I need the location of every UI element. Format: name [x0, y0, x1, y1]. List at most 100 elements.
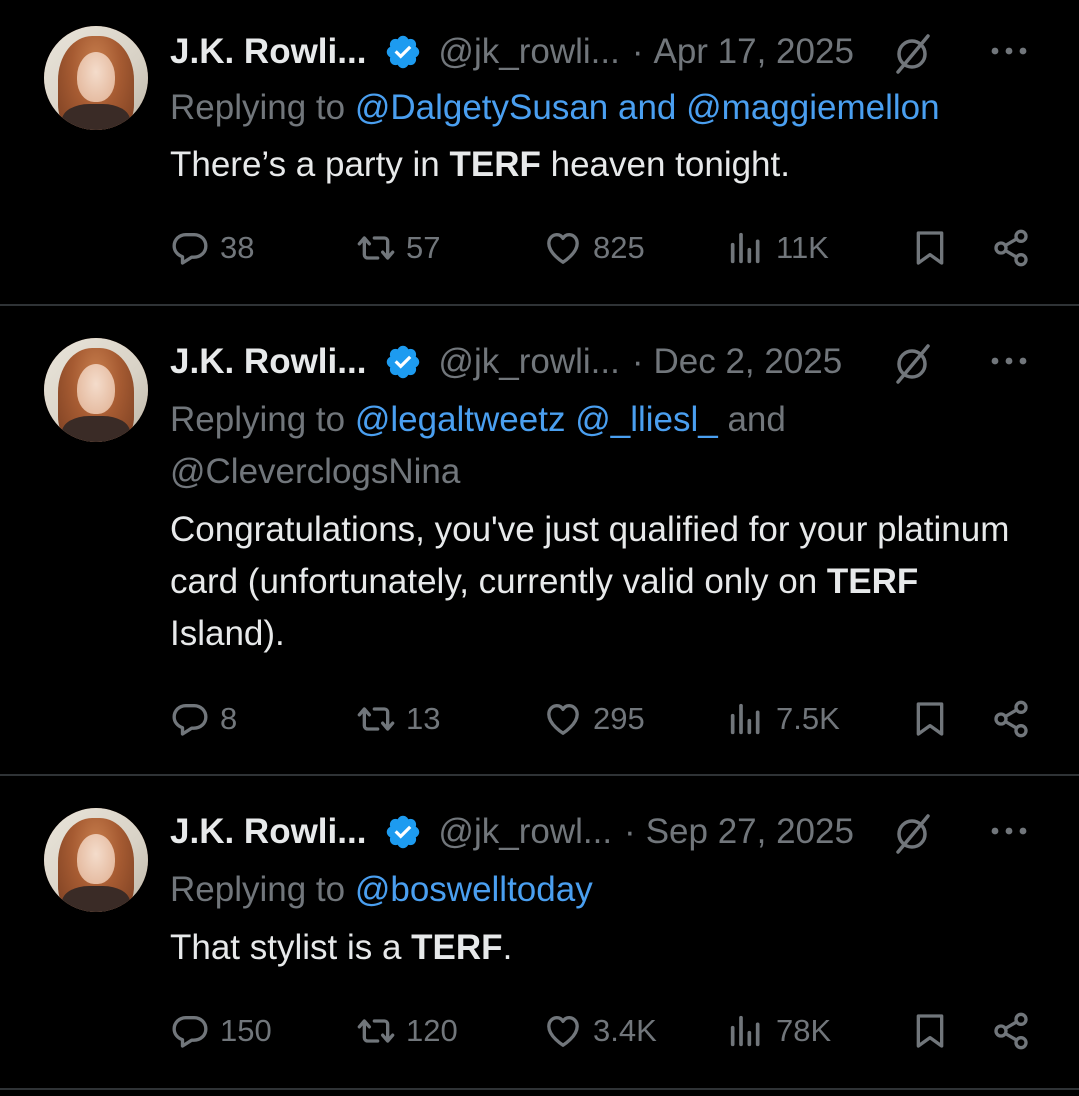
- like-button[interactable]: 3.4K: [543, 1006, 657, 1056]
- heart-icon: [547, 233, 579, 264]
- tweet-text-part: Island).: [170, 614, 285, 653]
- tweet-text-bold: TERF: [449, 145, 541, 184]
- views-bars-icon: [730, 232, 760, 264]
- like-button[interactable]: 825: [543, 223, 645, 273]
- reply-bubble-icon: [172, 1016, 208, 1048]
- share-icon: [994, 700, 1028, 738]
- author-handle[interactable]: @jk_rowl...: [438, 812, 612, 852]
- tweet-date[interactable]: Sep 27, 2025: [646, 812, 854, 852]
- tweet-text-part: .: [502, 928, 513, 967]
- replying-to-label: Replying to: [170, 88, 355, 127]
- more-dots-icon[interactable]: [989, 824, 1029, 838]
- retweet-button[interactable]: 57: [356, 223, 440, 273]
- replying-to: Replying to @DalgetySusan and @maggiemel…: [170, 82, 1039, 134]
- tweet-header: J.K. Rowli... @jk_rowli... · Dec 2, 2025: [170, 338, 1039, 386]
- tweet-text: That stylist is a TERF.: [170, 922, 1029, 974]
- bookmark-icon: [916, 231, 944, 265]
- like-button[interactable]: 295: [543, 694, 645, 744]
- reply-count: 150: [220, 1013, 272, 1048]
- mention-link[interactable]: @DalgetySusan: [355, 88, 608, 127]
- heart-icon: [547, 704, 579, 735]
- views-button[interactable]: 7.5K: [726, 694, 840, 744]
- more-dots-icon[interactable]: [989, 44, 1029, 58]
- tweet[interactable]: J.K. Rowli... @jk_rowl... · Sep 27, 2025…: [0, 776, 1079, 1090]
- grok-icon[interactable]: [890, 342, 934, 386]
- tweet-date[interactable]: Apr 17, 2025: [653, 32, 853, 72]
- tweet-actions: 8 13 295 7.5K: [170, 694, 1039, 744]
- mention-link[interactable]: @legaltweetz: [355, 400, 566, 439]
- tweet-actions: 38 57 825 11K: [170, 223, 1039, 273]
- separator: ·: [624, 812, 636, 851]
- avatar[interactable]: [44, 808, 148, 912]
- author-name[interactable]: J.K. Rowli...: [170, 342, 366, 382]
- author-handle[interactable]: @jk_rowli...: [438, 342, 619, 382]
- retweet-count: 57: [406, 230, 441, 265]
- mention-link[interactable]: @maggiemellon: [686, 88, 939, 127]
- replying-to-label: Replying to: [170, 400, 355, 439]
- reply-bubble-icon: [172, 233, 208, 265]
- grok-icon[interactable]: [890, 32, 934, 76]
- author-name[interactable]: J.K. Rowli...: [170, 32, 366, 72]
- retweet-icon: [357, 236, 395, 260]
- tweet-text: There’s a party in TERF heaven tonight.: [170, 139, 1029, 191]
- avatar[interactable]: [44, 26, 148, 130]
- share-icon: [994, 1012, 1028, 1050]
- tweet-text-part: That stylist is a: [170, 928, 412, 967]
- tweet-text-bold: TERF: [411, 928, 503, 967]
- more-dots-icon[interactable]: [989, 354, 1029, 368]
- mention-link[interactable]: @boswelltoday: [355, 870, 593, 909]
- like-count: 825: [593, 230, 645, 265]
- grok-icon[interactable]: [890, 812, 934, 856]
- tweet-date[interactable]: Dec 2, 2025: [653, 342, 842, 382]
- tweet-text-part: There’s a party in: [170, 145, 450, 184]
- like-count: 295: [593, 701, 645, 736]
- mention-link[interactable]: @_lliesl_: [575, 400, 718, 439]
- share-button[interactable]: [991, 1006, 1031, 1056]
- views-count: 11K: [776, 230, 829, 265]
- views-count: 7.5K: [776, 701, 840, 736]
- tweet-text-bold: TERF: [826, 562, 919, 601]
- retweet-count: 13: [406, 701, 441, 736]
- reply-bubble-icon: [172, 704, 208, 736]
- tweet-actions: 150 120 3.4K 78K: [170, 1006, 1039, 1056]
- tweet-feed: J.K. Rowli... @jk_rowli... · Apr 17, 202…: [0, 0, 1079, 1096]
- mention-link[interactable]: @CleverclogsNina: [170, 452, 460, 491]
- reply-count: 38: [220, 230, 255, 265]
- replying-to: Replying to @boswelltoday: [170, 864, 1039, 916]
- share-icon: [994, 229, 1028, 267]
- tweet[interactable]: J.K. Rowli... @jk_rowli... · Dec 2, 2025…: [0, 306, 1079, 776]
- author-handle[interactable]: @jk_rowli...: [438, 32, 619, 72]
- bookmark-button[interactable]: [910, 694, 950, 744]
- heart-icon: [547, 1016, 579, 1047]
- separator: ·: [631, 32, 644, 71]
- views-bars-icon: [730, 703, 760, 735]
- avatar[interactable]: [44, 338, 148, 442]
- views-count: 78K: [776, 1013, 832, 1048]
- like-count: 3.4K: [593, 1013, 657, 1048]
- views-button[interactable]: 11K: [726, 223, 829, 273]
- tweet[interactable]: J.K. Rowli... @jk_rowli... · Apr 17, 202…: [0, 0, 1079, 306]
- separator: ·: [631, 342, 644, 381]
- share-button[interactable]: [991, 694, 1031, 744]
- bookmark-button[interactable]: [910, 1006, 950, 1056]
- share-button[interactable]: [991, 223, 1031, 273]
- views-bars-icon: [730, 1015, 760, 1047]
- retweet-icon: [357, 707, 395, 731]
- bookmark-button[interactable]: [910, 223, 950, 273]
- bookmark-icon: [916, 702, 944, 736]
- reply-button[interactable]: 38: [170, 223, 254, 273]
- views-button[interactable]: 78K: [726, 1006, 831, 1056]
- verified-badge-icon: [387, 815, 420, 849]
- reply-count: 8: [220, 701, 238, 736]
- author-name[interactable]: J.K. Rowli...: [170, 812, 366, 852]
- bookmark-icon: [916, 1014, 944, 1048]
- verified-badge-icon: [387, 345, 420, 379]
- replying-to: Replying to @legaltweetz @_lliesl_ and @C…: [170, 394, 1039, 498]
- retweet-icon: [357, 1019, 395, 1043]
- retweet-button[interactable]: 13: [356, 694, 440, 744]
- verified-badge-icon: [387, 35, 420, 69]
- retweet-button[interactable]: 120: [356, 1006, 458, 1056]
- reply-button[interactable]: 8: [170, 694, 237, 744]
- reply-button[interactable]: 150: [170, 1006, 272, 1056]
- tweet-header: J.K. Rowli... @jk_rowl... · Sep 27, 2025: [170, 808, 1039, 856]
